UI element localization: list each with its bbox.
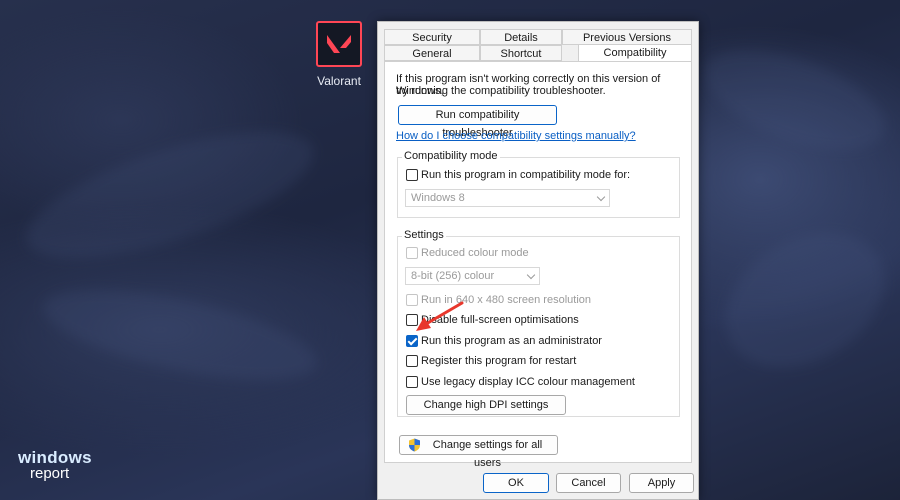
cancel-button[interactable]: Cancel: [556, 473, 621, 493]
legacy-icc-label: Use legacy display ICC colour management: [421, 376, 635, 388]
compat-mode-title: Compatibility mode: [402, 150, 500, 162]
wallpaper-fold: [701, 205, 900, 395]
change-all-users-label: Change settings for all users: [432, 439, 543, 469]
colour-depth-select[interactable]: 8-bit (256) colour: [405, 267, 540, 285]
compat-os-select[interactable]: Windows 8: [405, 189, 610, 207]
compat-help-link[interactable]: How do I choose compatibility settings m…: [396, 130, 636, 142]
compat-os-value: Windows 8: [411, 192, 465, 204]
compat-mode-label: Run this program in compatibility mode f…: [421, 169, 631, 181]
run-as-admin-checkbox[interactable]: [406, 335, 418, 347]
desktop-icon-label: Valorant: [317, 74, 361, 88]
run-as-admin-label: Run this program as an administrator: [421, 335, 602, 347]
tab-security[interactable]: Security: [384, 29, 480, 45]
tab-shortcut[interactable]: Shortcut: [480, 45, 562, 61]
reduced-colour-checkbox[interactable]: [406, 247, 418, 259]
desktop-shortcut-valorant[interactable]: Valorant: [309, 18, 369, 88]
change-dpi-button[interactable]: Change high DPI settings: [406, 395, 566, 415]
wallpaper-fold: [13, 105, 327, 285]
windows-report-watermark: windows report: [18, 449, 92, 481]
run-troubleshooter-button[interactable]: Run compatibility troubleshooter: [398, 105, 557, 139]
uac-shield-icon: [408, 438, 421, 458]
change-all-users-button[interactable]: Change settings for all users: [399, 435, 558, 469]
ok-button[interactable]: OK: [483, 473, 549, 493]
apply-button[interactable]: Apply: [629, 473, 694, 493]
chevron-down-icon: [526, 270, 536, 280]
legacy-icc-checkbox[interactable]: [406, 376, 418, 388]
tab-compatibility[interactable]: Compatibility: [578, 44, 692, 61]
tab-details[interactable]: Details: [480, 29, 562, 45]
chevron-down-icon: [596, 192, 606, 202]
tab-previous-versions[interactable]: Previous Versions: [562, 29, 692, 45]
valorant-logo-icon: [316, 21, 362, 67]
compat-mode-checkbox[interactable]: [406, 169, 418, 181]
settings-title: Settings: [402, 229, 446, 241]
intro-text-line2: try running the compatibility troublesho…: [396, 85, 606, 97]
compat-mode-group: Compatibility mode Run this program in c…: [397, 150, 680, 218]
colour-depth-value: 8-bit (256) colour: [411, 270, 495, 282]
watermark-line2: report: [30, 465, 70, 482]
compatibility-page: If this program isn't working correctly …: [384, 61, 692, 469]
reduced-colour-label: Reduced colour mode: [421, 247, 529, 259]
annotation-arrow-icon: [416, 301, 464, 331]
wallpaper-fold: [35, 271, 325, 399]
tab-general[interactable]: General: [384, 45, 480, 61]
properties-dialog: Security Details Previous Versions Gener…: [377, 21, 699, 500]
register-restart-label: Register this program for restart: [421, 355, 577, 367]
watermark-line1: windows: [18, 448, 92, 467]
register-restart-checkbox[interactable]: [406, 355, 418, 367]
wallpaper-fold: [692, 29, 898, 171]
